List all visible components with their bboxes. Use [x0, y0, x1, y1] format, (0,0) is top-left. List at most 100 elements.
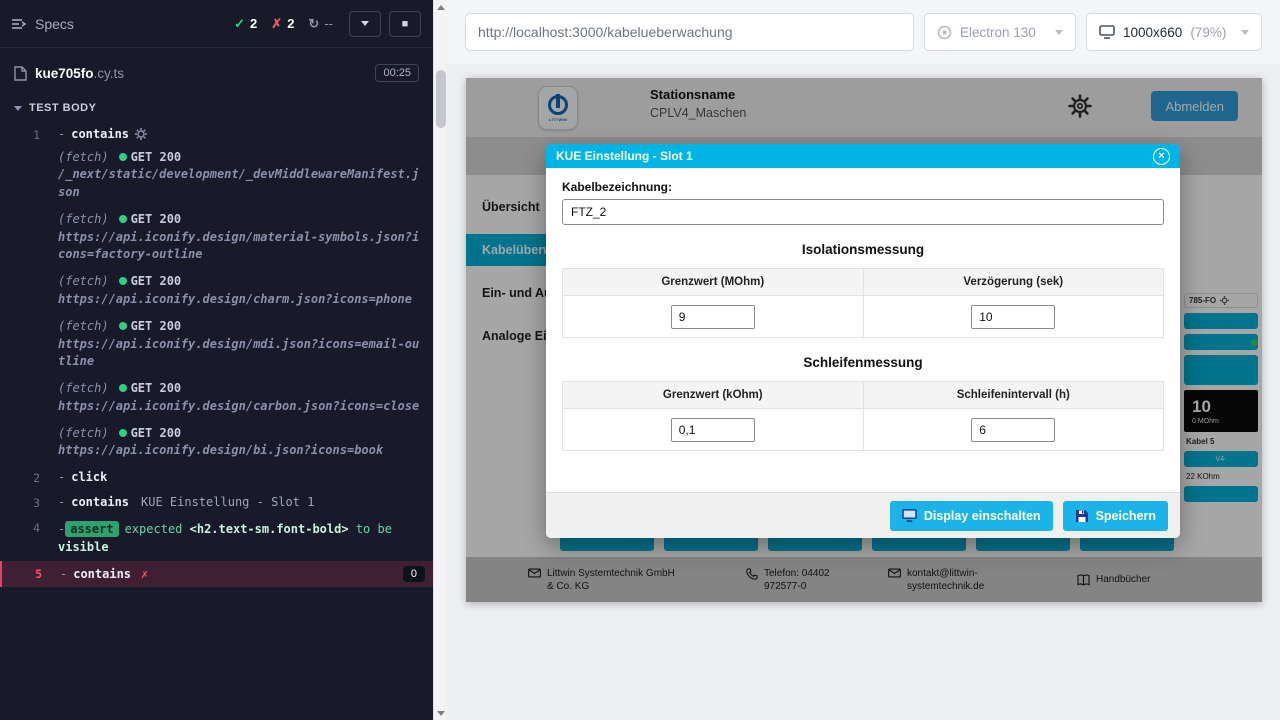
assert-state: visible — [58, 540, 109, 554]
reporter-scrollbar[interactable] — [433, 0, 447, 720]
modal-title: KUE Einstellung - Slot 1 — [556, 149, 693, 163]
network-log-entry: (fetch)GET 200 https://api.iconify.desig… — [58, 211, 425, 263]
schleifen-section-title: Schleifenmessung — [562, 355, 1164, 370]
command-number: 3 — [0, 495, 58, 510]
column-header: Schleifenintervall (h) — [863, 382, 1164, 409]
assert-badge: assert — [65, 521, 118, 537]
cypress-reporter: Specs ✓2 ✗2 ↻-- ■ kue705fo.cy.ts 00:25 T… — [0, 0, 433, 720]
chevron-down-icon — [1241, 30, 1249, 35]
collapse-all-button[interactable] — [349, 11, 381, 37]
reporter-actions: ■ — [349, 11, 421, 37]
display-einschalten-button[interactable]: Display einschalten — [890, 501, 1053, 531]
speichern-button[interactable]: Speichern — [1063, 501, 1168, 531]
column-header: Grenzwert (kOhm) — [563, 382, 864, 409]
request-url: https://api.iconify.design/charm.json?ic… — [58, 291, 425, 308]
preview-pane: Electron 130 1000x660 (79%) LITTWIN — [447, 0, 1280, 720]
chevron-down-icon — [1055, 30, 1063, 35]
test-body-label: TEST BODY — [29, 102, 96, 114]
specs-menu-button[interactable]: Specs — [12, 16, 74, 32]
status-dot — [119, 215, 127, 223]
isolation-section-title: Isolationsmessung — [562, 242, 1164, 257]
kabel-label: Kabelbezeichnung: — [562, 180, 1164, 194]
specs-list-icon — [12, 18, 27, 30]
stop-button[interactable]: ■ — [389, 11, 421, 37]
kabelbezeichnung-input[interactable] — [562, 199, 1164, 225]
schleifenintervall-input[interactable] — [971, 418, 1055, 442]
command-method: click — [71, 470, 107, 484]
modal-footer: Display einschalten Speichern — [546, 492, 1180, 538]
command-number: 5 — [2, 566, 60, 582]
request-url: https://api.iconify.design/material-symb… — [58, 229, 425, 264]
status-dot — [119, 277, 127, 285]
network-log-entry: (fetch)GET 200 /_next/static/development… — [58, 149, 425, 201]
schleifen-table: Grenzwert (kOhm) Schleifenintervall (h) — [562, 381, 1164, 451]
viewport-size: 1000x660 — [1123, 25, 1182, 40]
grenzwert-mohm-input[interactable] — [671, 305, 755, 329]
check-icon: ✓ — [234, 16, 245, 32]
assert-target: <h2.text-sm.font-bold> — [190, 522, 349, 536]
spec-duration: 00:25 — [375, 64, 419, 82]
stat-passed: ✓2 — [234, 16, 257, 32]
chevron-down-icon — [14, 106, 22, 111]
spec-file-icon — [14, 66, 27, 81]
retry-count-badge: 0 — [403, 566, 425, 582]
request-url: https://api.iconify.design/mdi.json?icon… — [58, 336, 425, 371]
scroll-down-arrow[interactable] — [434, 706, 448, 720]
command-row-assert[interactable]: 4 -assertexpected <h2.text-sm.font-bold>… — [0, 515, 433, 561]
assert-message: -assertexpected <h2.text-sm.font-bold> t… — [58, 520, 425, 556]
cross-icon: ✗ — [271, 16, 282, 32]
stat-pending: ↻-- — [308, 16, 333, 32]
command-number: 2 — [0, 470, 58, 485]
electron-icon — [937, 25, 952, 40]
column-header: Verzögerung (sek) — [863, 269, 1164, 296]
reporter-header: Specs ✓2 ✗2 ↻-- ■ — [0, 0, 433, 48]
browser-selector[interactable]: Electron 130 — [924, 13, 1076, 51]
command-row-failed[interactable]: 5 -contains✗ 0 — [0, 561, 433, 587]
viewport-zoom: (79%) — [1190, 25, 1226, 40]
command-dash: - — [58, 127, 65, 141]
url-bar[interactable] — [465, 13, 914, 51]
scrollbar-thumb[interactable] — [436, 70, 446, 128]
test-stats: ✓2 ✗2 ↻-- — [234, 16, 333, 32]
spec-name: kue705fo.cy.ts — [35, 66, 124, 81]
command-method: contains — [73, 567, 131, 581]
verzoegerung-sek-input[interactable] — [971, 305, 1055, 329]
refresh-icon: ↻ — [308, 16, 319, 32]
close-icon[interactable]: × — [1153, 148, 1170, 165]
command-row[interactable]: 1 -contains (fetch)GET 200 /_next/static… — [0, 122, 433, 465]
browser-name: Electron 130 — [960, 25, 1036, 40]
command-row[interactable]: 3 -containsKUE Einstellung - Slot 1 — [0, 490, 433, 515]
command-argument: KUE Einstellung - Slot 1 — [141, 495, 314, 509]
fail-cross-icon: ✗ — [141, 567, 148, 581]
spec-row[interactable]: kue705fo.cy.ts 00:25 — [0, 48, 433, 94]
stop-icon: ■ — [402, 18, 409, 30]
test-body-toggle[interactable]: TEST BODY — [0, 94, 433, 122]
request-url: https://api.iconify.design/carbon.json?i… — [58, 398, 425, 415]
browser-bar: Electron 130 1000x660 (79%) — [447, 0, 1280, 64]
network-log-entry: (fetch)GET 200 https://api.iconify.desig… — [58, 380, 425, 415]
command-log: 1 -contains (fetch)GET 200 /_next/static… — [0, 122, 433, 720]
modal-header: KUE Einstellung - Slot 1 × — [546, 144, 1180, 168]
status-dot — [119, 384, 127, 392]
save-floppy-icon — [1075, 509, 1089, 523]
status-dot — [119, 429, 127, 437]
status-dot — [119, 153, 127, 161]
grenzwert-kohm-input[interactable] — [671, 418, 755, 442]
command-number: 1 — [0, 127, 58, 460]
command-method: contains — [71, 495, 129, 509]
stat-failed: ✗2 — [271, 16, 294, 32]
request-url: https://api.iconify.design/bi.json?icons… — [58, 442, 425, 459]
request-url: /_next/static/development/_devMiddleware… — [58, 166, 425, 201]
scroll-up-arrow[interactable] — [434, 0, 448, 14]
isolation-table: Grenzwert (MOhm) Verzögerung (sek) — [562, 268, 1164, 338]
screen: Specs ✓2 ✗2 ↻-- ■ kue705fo.cy.ts 00:25 T… — [0, 0, 1280, 720]
command-method: contains — [71, 127, 129, 141]
network-log: (fetch)GET 200 /_next/static/development… — [58, 149, 425, 460]
gear-icon — [135, 128, 147, 140]
app-under-test: LITTWIN Stationsname CPLV4_Maschen Abmel… — [466, 78, 1262, 602]
status-dot — [119, 322, 127, 330]
viewport-selector[interactable]: 1000x660 (79%) — [1086, 13, 1262, 51]
network-log-entry: (fetch)GET 200 https://api.iconify.desig… — [58, 318, 425, 370]
modal-body: Kabelbezeichnung: Isolationsmessung Gren… — [546, 168, 1180, 492]
command-row[interactable]: 2 -click — [0, 465, 433, 490]
